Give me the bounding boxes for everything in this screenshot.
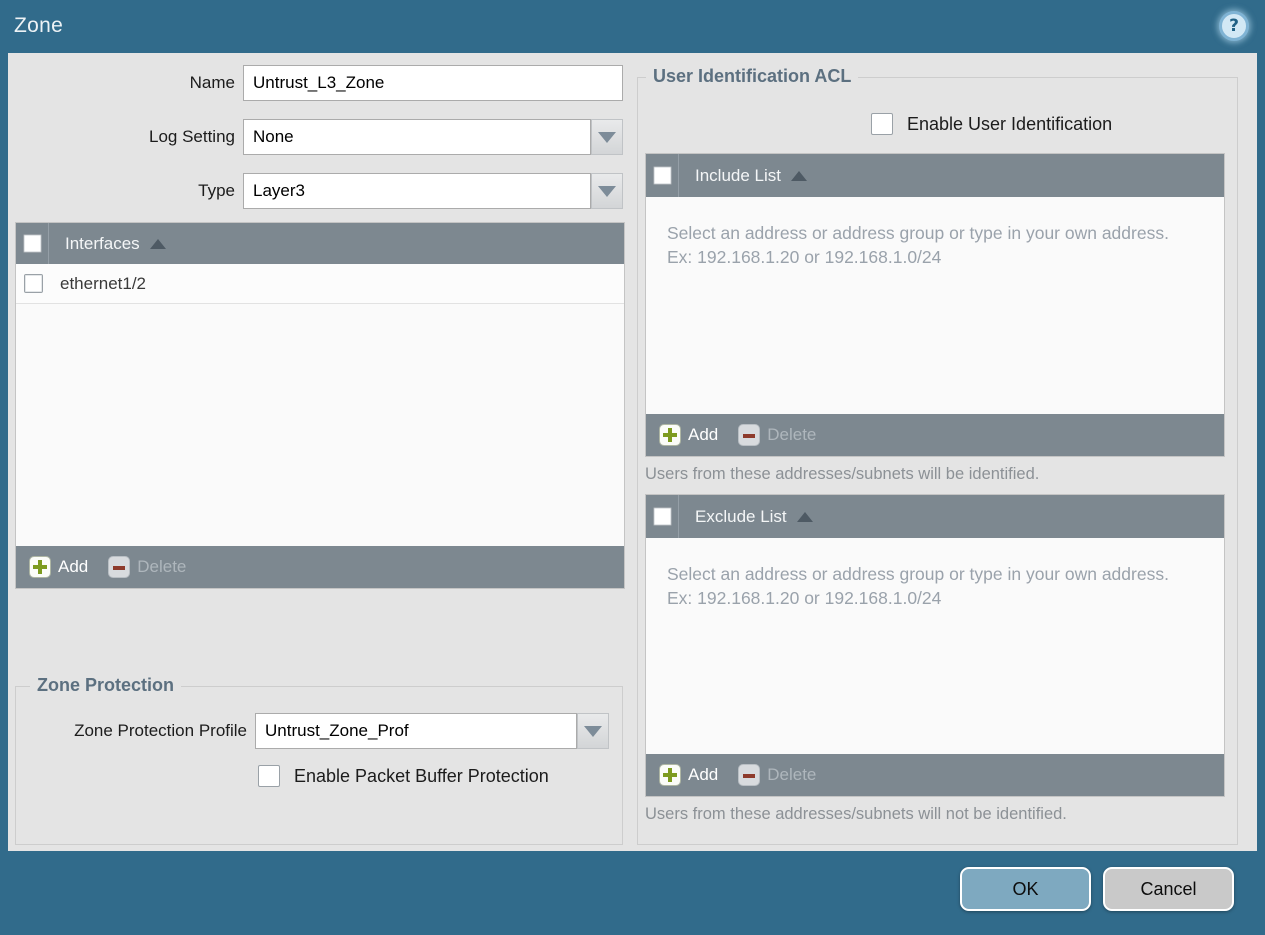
log-setting-dropdown-button[interactable] — [591, 119, 623, 155]
zone-dialog: Zone ? Name Log Setting Type Interfaces — [0, 0, 1265, 935]
include-list-placeholder: Select an address or address group or ty… — [667, 223, 1169, 267]
delete-button-label: Delete — [767, 425, 817, 444]
zone-protection-legend: Zone Protection — [30, 675, 182, 696]
title-bar: Zone ? — [0, 0, 1265, 53]
add-button-label: Add — [688, 425, 719, 444]
zone-protection-profile-dropdown-button[interactable] — [577, 713, 609, 749]
name-input[interactable] — [243, 65, 623, 101]
table-row[interactable]: ethernet1/2 — [16, 264, 624, 304]
dialog-content: Name Log Setting Type Interfaces etherne… — [8, 53, 1257, 851]
help-icon: ? — [1229, 16, 1239, 36]
exclude-add-button[interactable]: Add — [659, 764, 718, 786]
include-header-checkbox-cell — [646, 154, 679, 197]
help-button[interactable]: ? — [1219, 11, 1249, 41]
chevron-down-icon — [584, 725, 602, 737]
include-list-footer: Add Delete — [646, 414, 1224, 456]
add-icon — [659, 424, 681, 446]
interfaces-delete-button[interactable]: Delete — [108, 556, 186, 578]
include-list-header-label: Include List — [695, 165, 781, 185]
delete-icon — [108, 556, 131, 578]
add-button-label: Add — [58, 557, 89, 576]
include-delete-button[interactable]: Delete — [738, 424, 816, 446]
sort-ascending-icon — [791, 170, 807, 181]
delete-button-label: Delete — [767, 765, 817, 784]
chevron-down-icon — [598, 185, 616, 197]
name-label: Name — [189, 73, 235, 92]
interfaces-table-header[interactable]: Interfaces — [16, 223, 624, 264]
enable-user-identification-checkbox[interactable] — [871, 113, 893, 135]
log-setting-input[interactable] — [243, 119, 591, 155]
include-list-caption: Users from these addresses/subnets will … — [645, 465, 1040, 483]
cancel-button[interactable]: Cancel — [1103, 867, 1234, 911]
delete-button-label: Delete — [137, 557, 187, 576]
add-button-label: Add — [688, 765, 719, 784]
type-label: Type — [198, 181, 235, 200]
user-identification-acl-legend: User Identification ACL — [646, 66, 859, 87]
log-setting-label: Log Setting — [148, 127, 235, 146]
type-input[interactable] — [243, 173, 591, 209]
enable-user-identification-label: Enable User Identification — [907, 114, 1113, 134]
sort-ascending-icon — [796, 511, 813, 522]
exclude-list-header-label: Exclude List — [695, 506, 787, 526]
delete-icon — [738, 424, 761, 446]
exclude-header-checkbox-cell — [646, 495, 679, 538]
add-icon — [659, 764, 681, 786]
interfaces-header-checkbox-cell — [16, 223, 49, 264]
interfaces-table: Interfaces ethernet1/2 Add Delete — [15, 222, 625, 589]
enable-packet-buffer-protection-checkbox[interactable] — [258, 765, 280, 787]
include-add-button[interactable]: Add — [659, 424, 718, 446]
exclude-list-caption: Users from these addresses/subnets will … — [645, 805, 1067, 823]
include-select-all-checkbox[interactable] — [652, 166, 672, 185]
interfaces-add-button[interactable]: Add — [29, 556, 88, 578]
zone-protection-profile-input[interactable] — [255, 713, 577, 749]
interfaces-table-footer: Add Delete — [16, 546, 624, 588]
chevron-down-icon — [598, 131, 616, 143]
exclude-list-placeholder: Select an address or address group or ty… — [667, 564, 1169, 608]
exclude-list-table: Exclude List Select an address or addres… — [645, 494, 1225, 797]
sort-ascending-icon — [149, 238, 166, 249]
include-list-table: Include List Select an address or addres… — [645, 153, 1225, 457]
exclude-list-footer: Add Delete — [646, 754, 1224, 796]
include-list-header[interactable]: Include List — [646, 154, 1224, 197]
dialog-title: Zone — [14, 14, 64, 37]
exclude-list-header[interactable]: Exclude List — [646, 495, 1224, 538]
add-icon — [29, 556, 51, 578]
enable-packet-buffer-protection-label: Enable Packet Buffer Protection — [294, 766, 549, 786]
exclude-delete-button[interactable]: Delete — [738, 764, 816, 786]
ok-button[interactable]: OK — [960, 867, 1091, 911]
interfaces-header-label: Interfaces — [65, 233, 140, 253]
exclude-select-all-checkbox[interactable] — [652, 507, 672, 526]
delete-icon — [738, 764, 761, 786]
type-dropdown-button[interactable] — [591, 173, 623, 209]
interface-row-label: ethernet1/2 — [60, 273, 147, 293]
interface-row-checkbox[interactable] — [24, 274, 43, 293]
zone-protection-profile-label: Zone Protection Profile — [74, 721, 247, 740]
interfaces-select-all-checkbox[interactable] — [22, 234, 42, 253]
